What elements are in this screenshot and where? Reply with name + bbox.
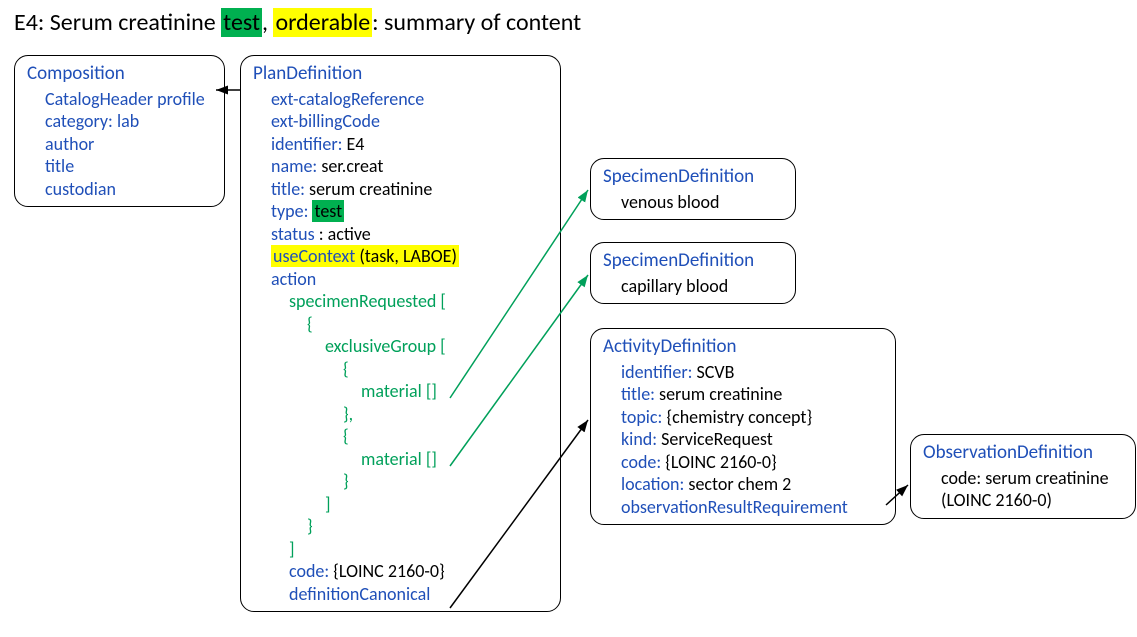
diagram-canvas: E4: Serum creatinine test, orderable: su… bbox=[0, 0, 1137, 637]
plan-line: ext-billingCode bbox=[253, 110, 548, 133]
spec1-body: venous blood bbox=[603, 191, 783, 214]
composition-line: category: lab bbox=[27, 110, 212, 133]
plan-brace: }, bbox=[253, 403, 548, 426]
composition-line: title bbox=[27, 155, 212, 178]
page-title: E4: Serum creatinine test, orderable: su… bbox=[14, 8, 581, 37]
plan-line-usecontext: useContext (task, LABOE) bbox=[253, 245, 548, 268]
act-line: topic: {chemistry concept} bbox=[603, 406, 883, 429]
plan-brace: { bbox=[253, 358, 548, 381]
composition-line: CatalogHeader profile bbox=[27, 88, 212, 111]
act-head: ActivityDefinition bbox=[603, 335, 883, 359]
plan-exclusive-group: exclusiveGroup [ bbox=[253, 335, 548, 358]
title-prefix: E4: Serum creatinine bbox=[14, 8, 221, 37]
obs-line: code: serum creatinine bbox=[923, 467, 1123, 490]
spec2-head: SpecimenDefinition bbox=[603, 249, 783, 273]
composition-head: Composition bbox=[27, 62, 212, 86]
box-specimendefinition-2: SpecimenDefinition capillary blood bbox=[590, 242, 796, 304]
plan-head: PlanDefinition bbox=[253, 62, 548, 86]
obs-head: ObservationDefinition bbox=[923, 441, 1123, 465]
box-activitydefinition: ActivityDefinition identifier: SCVB titl… bbox=[590, 328, 896, 525]
plan-line: identifier: E4 bbox=[253, 133, 548, 156]
act-line: kind: ServiceRequest bbox=[603, 428, 883, 451]
plan-defcanonical: definitionCanonical bbox=[253, 583, 548, 606]
plan-line: name: ser.creat bbox=[253, 155, 548, 178]
plan-material-1: material [] bbox=[253, 380, 548, 403]
act-obsreq: observationResultRequirement bbox=[603, 496, 883, 519]
plan-brace: ] bbox=[253, 538, 548, 561]
act-line: location: sector chem 2 bbox=[603, 473, 883, 496]
act-line: identifier: SCVB bbox=[603, 361, 883, 384]
plan-line: ext-catalogReference bbox=[253, 88, 548, 111]
act-line: title: serum creatinine bbox=[603, 383, 883, 406]
obs-line: (LOINC 2160-0) bbox=[923, 489, 1123, 512]
title-mid: , bbox=[262, 8, 273, 37]
plan-brace: { bbox=[253, 425, 548, 448]
plan-line: title: serum creatinine bbox=[253, 178, 548, 201]
box-observationdefinition: ObservationDefinition code: serum creati… bbox=[910, 434, 1136, 519]
plan-brace: } bbox=[253, 470, 548, 493]
plan-line-type: type: test bbox=[253, 200, 548, 223]
box-plandefinition: PlanDefinition ext-catalogReference ext-… bbox=[240, 55, 561, 612]
plan-specimen-requested: specimenRequested [ bbox=[253, 290, 548, 313]
spec2-body: capillary blood bbox=[603, 275, 783, 298]
box-specimendefinition-1: SpecimenDefinition venous blood bbox=[590, 158, 796, 220]
plan-material-2: material [] bbox=[253, 448, 548, 471]
plan-brace: ] bbox=[253, 493, 548, 516]
plan-brace: } bbox=[253, 515, 548, 538]
composition-line: custodian bbox=[27, 178, 212, 201]
plan-line: status : active bbox=[253, 223, 548, 246]
plan-code: code: {LOINC 2160-0} bbox=[253, 560, 548, 583]
spec1-head: SpecimenDefinition bbox=[603, 165, 783, 189]
title-highlight-orderable: orderable bbox=[273, 8, 372, 37]
title-suffix: : summary of content bbox=[372, 8, 581, 37]
act-line: code: {LOINC 2160-0} bbox=[603, 451, 883, 474]
box-composition: Composition CatalogHeader profile catego… bbox=[14, 55, 225, 207]
composition-line: author bbox=[27, 133, 212, 156]
plan-line: action bbox=[253, 268, 548, 291]
title-highlight-test: test bbox=[221, 8, 262, 37]
plan-brace: { bbox=[253, 313, 548, 336]
